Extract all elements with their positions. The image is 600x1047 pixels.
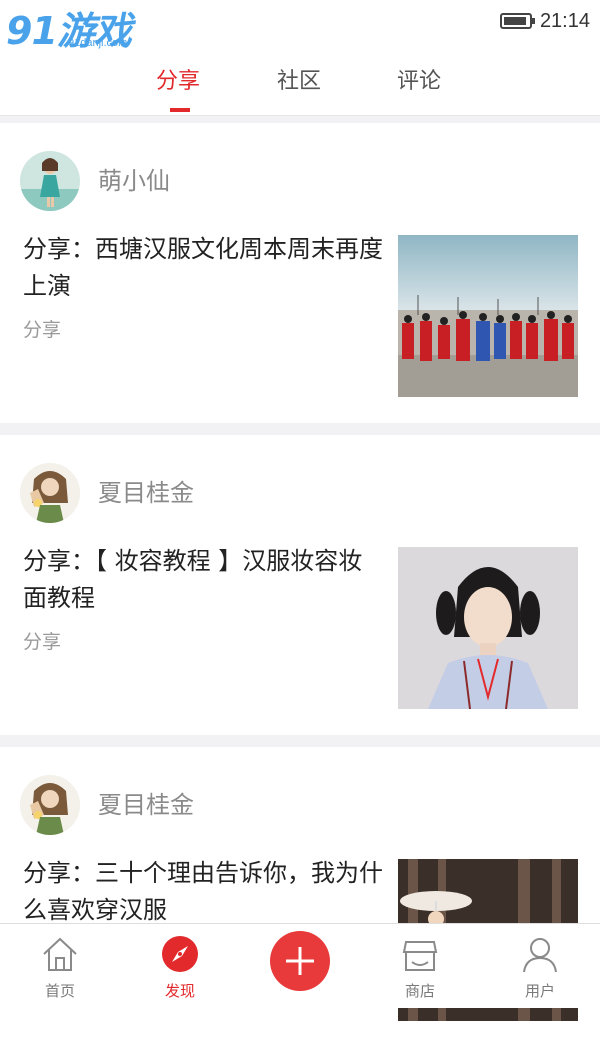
plus-icon <box>286 947 314 975</box>
nav-discover[interactable]: 发现 <box>120 924 240 1008</box>
active-tab-indicator <box>170 108 190 112</box>
post-title[interactable]: 分享：【 妆容教程 】汉服妆容妆面教程 <box>23 543 383 617</box>
user-icon <box>523 938 557 973</box>
author-name[interactable]: 夏目桂金 <box>98 785 194 820</box>
battery-icon <box>499 13 535 29</box>
tab-comments[interactable]: 评论 <box>397 63 441 95</box>
author-name[interactable]: 萌小仙 <box>98 161 170 196</box>
post-thumbnail[interactable] <box>398 547 578 709</box>
tab-community[interactable]: 社区 <box>277 63 321 95</box>
tab-share[interactable]: 分享 <box>156 63 200 95</box>
post-tag: 分享 <box>23 631 62 653</box>
post-card[interactable]: 夏目桂金 分享：【 妆容教程 】汉服妆容妆面教程 分享 <box>0 435 600 735</box>
nav-user-label: 用户 <box>524 982 555 1000</box>
store-icon <box>402 941 438 971</box>
nav-home-label: 首页 <box>44 982 75 1000</box>
post-tag: 分享 <box>23 319 62 341</box>
nav-user[interactable]: 用户 <box>480 924 600 1008</box>
post-title[interactable]: 分享：西塘汉服文化周本周末再度上演 <box>23 231 383 305</box>
nav-home[interactable]: 首页 <box>0 924 120 1008</box>
nav-discover-label: 发现 <box>164 982 195 1000</box>
logo-domain: 91danji.com <box>68 37 128 49</box>
app-logo: 91游戏 91danji.com <box>6 2 138 54</box>
author-avatar[interactable] <box>20 151 80 211</box>
tab-bar: 分享 社区 评论 <box>0 55 600 115</box>
top-bar: 91游戏 91danji.com 21:14 分享 社区 评论 <box>0 0 600 116</box>
post-thumbnail[interactable] <box>398 235 578 397</box>
post-card[interactable]: 萌小仙 分享：西塘汉服文化周本周末再度上演 分享 <box>0 123 600 423</box>
status-bar: 21:14 <box>499 8 590 34</box>
status-time: 21:14 <box>539 9 590 32</box>
author-avatar[interactable] <box>20 463 80 523</box>
home-icon <box>43 937 77 971</box>
add-post-button[interactable] <box>270 931 330 991</box>
post-title[interactable]: 分享：三十个理由告诉你，我为什么喜欢穿汉服 <box>23 855 383 929</box>
author-avatar[interactable] <box>20 775 80 835</box>
author-name[interactable]: 夏目桂金 <box>98 473 194 508</box>
nav-store-label: 商店 <box>404 982 435 1000</box>
nav-store[interactable]: 商店 <box>360 924 480 1008</box>
compass-icon <box>162 936 198 972</box>
bottom-nav: 首页 发现 商店 用户 <box>0 923 600 1008</box>
